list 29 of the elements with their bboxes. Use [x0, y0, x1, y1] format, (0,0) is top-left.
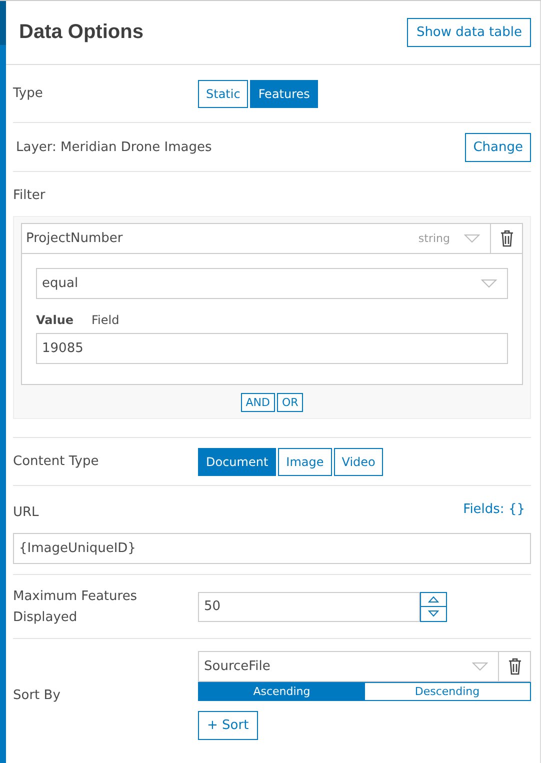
layer-label: Layer: Meridian Drone Images — [16, 138, 212, 156]
url-input[interactable]: {ImageUniqueID} — [13, 533, 531, 564]
content-type-option[interactable]: Document — [198, 448, 276, 476]
join-button[interactable]: OR — [276, 393, 304, 412]
value-input[interactable]: 19085 — [36, 333, 508, 364]
add-sort-button[interactable]: + Sort — [198, 711, 258, 740]
max-features-input[interactable]: 50 — [198, 592, 420, 622]
content-type-option[interactable]: Image — [278, 448, 332, 476]
max-features-label: Maximum Features Displayed — [13, 588, 138, 626]
down-arrow-icon — [428, 610, 439, 618]
change-layer-button[interactable]: Change — [465, 132, 531, 162]
type-option[interactable]: Static — [198, 80, 248, 108]
fields-link[interactable]: Fields: {} — [463, 502, 525, 523]
join-button[interactable]: AND — [240, 393, 275, 412]
url-label: URL — [13, 504, 39, 522]
panel-title: Data Options — [19, 21, 144, 44]
show-data-table-button[interactable]: Show data table — [407, 18, 531, 47]
operator-dropdown[interactable]: equal — [36, 268, 508, 299]
up-arrow-icon — [428, 596, 439, 603]
sort-order-option[interactable]: Ascending — [199, 683, 364, 700]
content-type-option[interactable]: Video — [334, 448, 384, 476]
value-mode-tab[interactable]: Value — [36, 313, 74, 327]
filter-label: Filter — [13, 188, 46, 203]
sort-by-label: Sort By — [13, 687, 62, 705]
dropdown-caret-icon — [481, 279, 497, 288]
type-option[interactable]: Features — [250, 80, 318, 108]
type-label: Type — [13, 85, 44, 103]
content-type-label: Content Type — [13, 453, 100, 471]
value-mode-tab[interactable]: Field — [92, 313, 120, 327]
